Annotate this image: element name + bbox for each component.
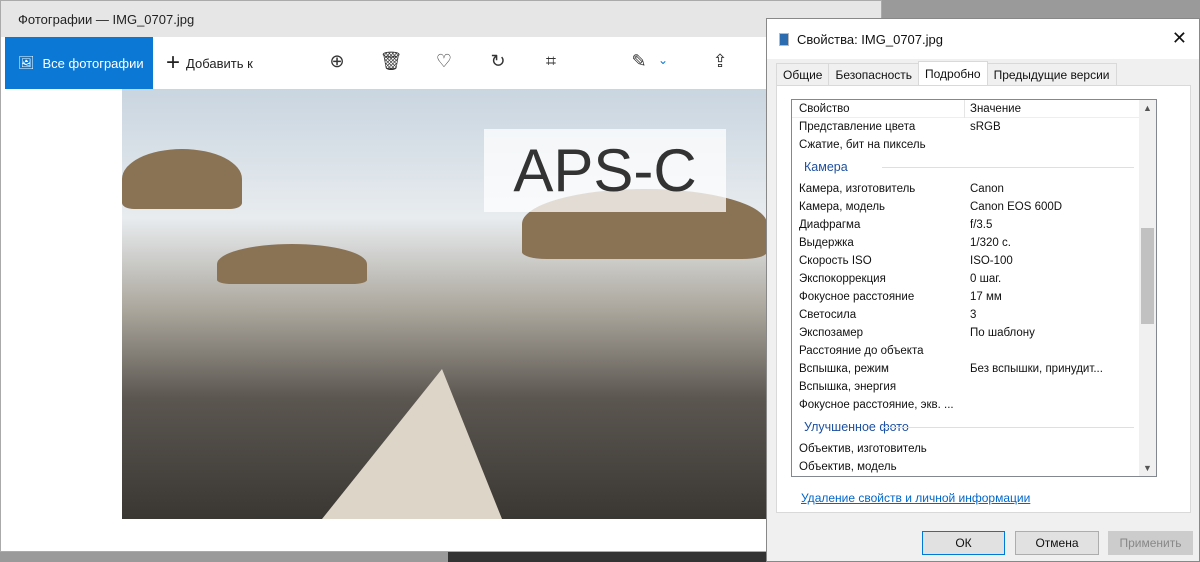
list-header: Свойство Значение [792, 100, 1156, 118]
cancel-button[interactable]: Отмена [1015, 531, 1099, 555]
property-row[interactable]: Представление цвета sRGB [792, 118, 1156, 136]
property-name: Объектив, изготовитель [799, 443, 927, 455]
hut [122, 149, 242, 209]
property-value: 1/320 с. [970, 237, 1011, 249]
property-row[interactable]: Экспокоррекция 0 шаг. [792, 270, 1156, 288]
property-row[interactable]: Фокусное расстояние 17 мм [792, 288, 1156, 306]
scroll-up-icon[interactable]: ▲ [1139, 103, 1156, 113]
property-row[interactable]: Вспышка, энергия [792, 378, 1156, 396]
property-value: Canon EOS 600D [970, 201, 1063, 213]
property-value: 17 мм [970, 291, 1002, 303]
window-title: Фотографии — IMG_0707.jpg [1, 1, 881, 37]
share-icon[interactable]: ⇪ [708, 51, 732, 72]
heart-icon[interactable]: ♡ [432, 51, 456, 72]
property-row[interactable]: Диафрагма f/3.5 [792, 216, 1156, 234]
tab-bar: Общие Безопасность Подробно Предыдущие в… [776, 61, 1117, 85]
rotate-icon[interactable]: ↻ [486, 51, 510, 72]
property-name: Вспышка, режим [799, 363, 889, 375]
tab-details[interactable]: Подробно [918, 61, 988, 85]
property-row[interactable]: Камера, изготовитель Canon [792, 180, 1156, 198]
all-photos-label: Все фотографии [42, 55, 144, 71]
ok-button[interactable]: ОК [922, 531, 1005, 555]
properties-dialog: Свойства: IMG_0707.jpg ✕ Общие Безопасно… [766, 18, 1200, 562]
edit-icon[interactable]: ✎ [627, 51, 651, 72]
property-row[interactable]: Сжатие, бит на пиксель [792, 136, 1156, 154]
property-row[interactable]: Экспозамер По шаблону [792, 324, 1156, 342]
chevron-down-icon[interactable]: ⌄ [651, 53, 675, 67]
scroll-down-icon[interactable]: ▼ [1139, 463, 1156, 473]
apply-button[interactable]: Применить [1108, 531, 1193, 555]
property-name: Вспышка, энергия [799, 381, 897, 393]
property-row[interactable]: Камера, модель Canon EOS 600D [792, 198, 1156, 216]
property-name: Сжатие, бит на пиксель [799, 139, 926, 151]
property-row[interactable]: Скорость ISO ISO-100 [792, 252, 1156, 270]
property-row[interactable]: Фокусное расстояние, экв. ... [792, 396, 1156, 414]
property-row[interactable]: Светосила 3 [792, 306, 1156, 324]
property-name: Экспокоррекция [799, 273, 886, 285]
photo-image: APS-C [122, 89, 767, 519]
property-name: Камера, модель [799, 201, 886, 213]
scrollbar[interactable]: ▲ ▼ [1139, 100, 1156, 476]
tab-previous-versions[interactable]: Предыдущие версии [986, 63, 1117, 85]
property-row[interactable]: Объектив, модель [792, 458, 1156, 476]
photos-window: Фотографии — IMG_0707.jpg 🖼 Все фотографи… [0, 0, 882, 552]
add-to-button[interactable]: + Добавить к [166, 37, 253, 89]
property-value: 0 шаг. [970, 273, 1002, 285]
dialog-title: Свойства: IMG_0707.jpg [797, 31, 943, 47]
hut [217, 244, 367, 284]
file-icon [779, 32, 789, 46]
tab-security[interactable]: Безопасность [828, 63, 920, 85]
property-name: Диафрагма [799, 219, 861, 231]
property-row[interactable]: Выдержка 1/320 с. [792, 234, 1156, 252]
group-camera: Камера [792, 154, 1156, 180]
property-name: Скорость ISO [799, 255, 872, 267]
toolbar: 🖼 Все фотографии + Добавить к ⊕ 🗑 ♡ ↻ ⌗ ✎ … [1, 37, 881, 89]
photo-icon: 🖼 [18, 55, 35, 70]
properties-list[interactable]: Свойство Значение Представление цвета sRGB… [791, 99, 1157, 477]
dialog-titlebar: Свойства: IMG_0707.jpg [767, 19, 1199, 59]
property-name: Объектив, модель [799, 461, 897, 473]
close-icon[interactable]: ✕ [1172, 28, 1187, 49]
property-value: f/3.5 [970, 219, 993, 231]
column-property[interactable]: Свойство [799, 100, 850, 118]
column-value[interactable]: Значение [970, 100, 1021, 118]
zoom-in-icon[interactable]: ⊕ [325, 51, 349, 72]
property-name: Фокусное расстояние [799, 291, 915, 303]
property-value: 3 [970, 309, 977, 321]
property-value: Без вспышки, принудит... [970, 363, 1103, 375]
remove-properties-link[interactable]: Удаление свойств и личной информации [801, 491, 1030, 505]
property-name: Светосила [799, 309, 857, 321]
all-photos-button[interactable]: 🖼 Все фотографии [5, 37, 153, 89]
property-value: По шаблону [970, 327, 1035, 339]
tab-general[interactable]: Общие [776, 63, 830, 85]
property-value: sRGB [970, 121, 1001, 133]
crop-icon[interactable]: ⌗ [539, 51, 563, 72]
property-row[interactable]: Объектив, изготовитель [792, 440, 1156, 458]
group-enhanced: Улучшенное фото [792, 414, 1156, 440]
property-name: Расстояние до объекта [799, 345, 924, 357]
property-value: Canon [970, 183, 1004, 195]
property-name: Экспозамер [799, 327, 864, 339]
format-overlay: APS-C [484, 129, 726, 212]
property-row[interactable]: Вспышка, режим Без вспышки, принудит... [792, 360, 1156, 378]
scrollbar-thumb[interactable] [1141, 228, 1154, 324]
property-name: Камера, изготовитель [799, 183, 916, 195]
property-name: Представление цвета [799, 121, 916, 133]
property-name: Выдержка [799, 237, 854, 249]
plus-icon: + [166, 49, 181, 76]
details-panel: Свойство Значение Представление цвета sRGB… [776, 85, 1191, 513]
property-value: ISO-100 [970, 255, 1013, 267]
add-to-label: Добавить к [186, 55, 253, 71]
property-name: Фокусное расстояние, экв. ... [799, 399, 954, 411]
background-window [448, 552, 766, 562]
boardwalk [322, 369, 502, 519]
delete-icon[interactable]: 🗑 [379, 51, 403, 72]
property-row[interactable]: Расстояние до объекта [792, 342, 1156, 360]
